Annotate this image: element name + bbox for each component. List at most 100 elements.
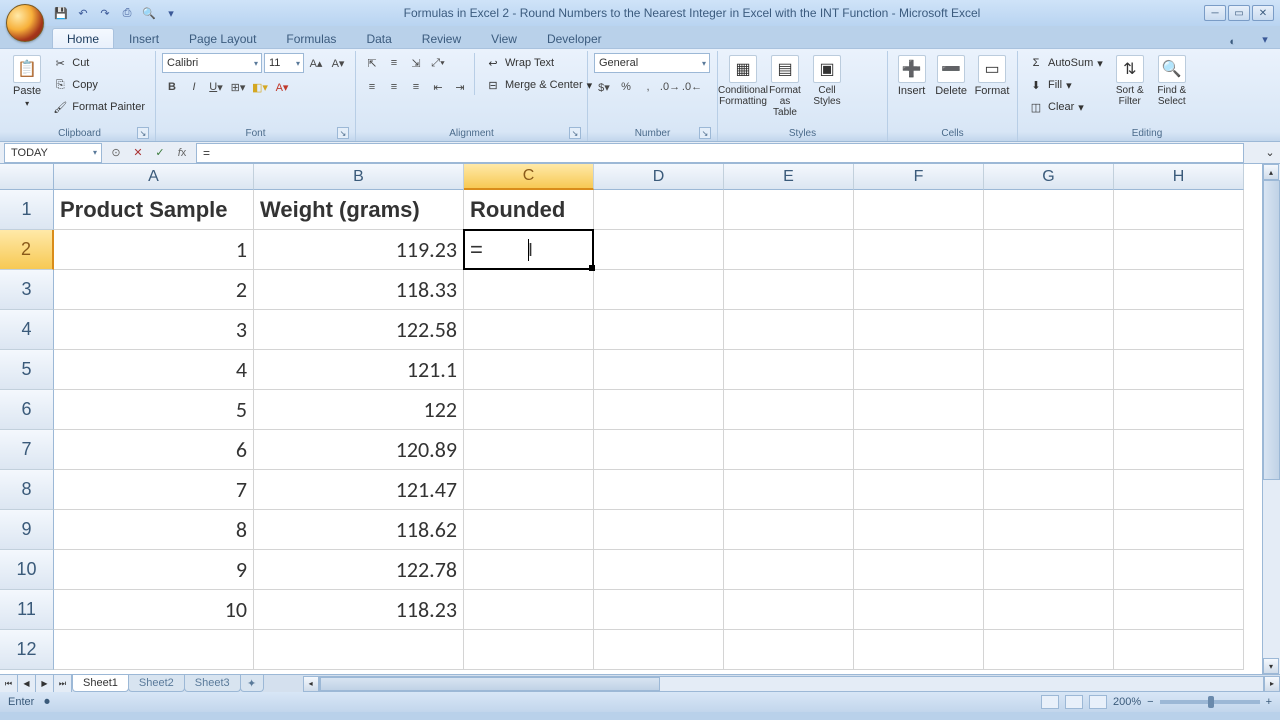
cell-F2[interactable] <box>854 230 984 270</box>
cell-H3[interactable] <box>1114 270 1244 310</box>
cell-B4[interactable]: 122.58 <box>254 310 464 350</box>
percent-icon[interactable]: % <box>616 77 636 97</box>
tab-data[interactable]: Data <box>351 28 406 48</box>
cell-D4[interactable] <box>594 310 724 350</box>
cell-D6[interactable] <box>594 390 724 430</box>
cell-E12[interactable] <box>724 630 854 670</box>
normal-view-icon[interactable] <box>1041 695 1059 709</box>
sheet-tab-sheet1[interactable]: Sheet1 <box>72 675 129 692</box>
cell-A1[interactable]: Product Sample <box>54 190 254 230</box>
cell-D1[interactable] <box>594 190 724 230</box>
cell-C12[interactable] <box>464 630 594 670</box>
cell-A2[interactable]: 1 <box>54 230 254 270</box>
align-top-icon[interactable]: ⇱ <box>362 53 382 73</box>
scroll-up-icon[interactable]: ▴ <box>1263 164 1279 180</box>
cell-A11[interactable]: 10 <box>54 590 254 630</box>
cell-C3[interactable] <box>464 270 594 310</box>
sort-filter-button[interactable]: ⇅Sort & Filter <box>1111 53 1149 109</box>
cell-C8[interactable] <box>464 470 594 510</box>
decrease-indent-icon[interactable]: ⇤ <box>428 77 448 97</box>
cell-D8[interactable] <box>594 470 724 510</box>
cell-E2[interactable] <box>724 230 854 270</box>
align-center-icon[interactable]: ≡ <box>384 77 404 97</box>
cell-B6[interactable]: 122 <box>254 390 464 430</box>
cell-G5[interactable] <box>984 350 1114 390</box>
font-dialog-icon[interactable]: ↘ <box>337 127 349 139</box>
column-header-F[interactable]: F <box>854 164 984 190</box>
zoom-in-icon[interactable]: + <box>1266 696 1272 708</box>
cell-E11[interactable] <box>724 590 854 630</box>
undo-icon[interactable]: ↶ <box>74 4 92 22</box>
grow-font-icon[interactable]: A▴ <box>306 53 326 73</box>
alignment-dialog-icon[interactable]: ↘ <box>569 127 581 139</box>
macro-record-icon[interactable]: ⏺ <box>44 696 50 709</box>
font-name-combo[interactable]: Calibri <box>162 53 262 73</box>
cut-button[interactable]: ✂Cut <box>48 53 149 73</box>
align-right-icon[interactable]: ≡ <box>406 77 426 97</box>
tab-page-layout[interactable]: Page Layout <box>174 28 271 48</box>
hscroll-thumb[interactable] <box>320 677 660 691</box>
cell-F1[interactable] <box>854 190 984 230</box>
cell-C7[interactable] <box>464 430 594 470</box>
new-sheet-button[interactable]: ✦ <box>240 675 264 692</box>
cell-D3[interactable] <box>594 270 724 310</box>
formula-input[interactable]: = <box>196 143 1244 163</box>
cell-B8[interactable]: 121.47 <box>254 470 464 510</box>
cell-E1[interactable] <box>724 190 854 230</box>
first-sheet-icon[interactable]: ⏮ <box>0 675 18 692</box>
number-dialog-icon[interactable]: ↘ <box>699 127 711 139</box>
name-box[interactable]: TODAY <box>4 143 102 163</box>
column-header-A[interactable]: A <box>54 164 254 190</box>
font-color-button[interactable]: A▾ <box>272 77 292 97</box>
row-header-9[interactable]: 9 <box>0 510 54 550</box>
cell-F6[interactable] <box>854 390 984 430</box>
cell-C10[interactable] <box>464 550 594 590</box>
cell-E10[interactable] <box>724 550 854 590</box>
tab-review[interactable]: Review <box>407 28 476 48</box>
row-header-6[interactable]: 6 <box>0 390 54 430</box>
cell-C1[interactable]: Rounded <box>464 190 594 230</box>
align-middle-icon[interactable]: ≡ <box>384 53 404 73</box>
cell-styles-button[interactable]: ▣Cell Styles <box>808 53 846 109</box>
expand-formula-bar-icon[interactable]: ⌄ <box>1262 143 1278 163</box>
row-header-10[interactable]: 10 <box>0 550 54 590</box>
scroll-left-icon[interactable]: ◂ <box>303 676 319 692</box>
maximize-button[interactable]: ▭ <box>1228 5 1250 21</box>
row-header-5[interactable]: 5 <box>0 350 54 390</box>
cell-H11[interactable] <box>1114 590 1244 630</box>
cell-H8[interactable] <box>1114 470 1244 510</box>
help-icon[interactable]: ◐ <box>1229 36 1236 48</box>
scroll-right-icon[interactable]: ▸ <box>1264 676 1280 692</box>
shrink-font-icon[interactable]: A▾ <box>328 53 348 73</box>
cell-B11[interactable]: 118.23 <box>254 590 464 630</box>
scroll-down-icon[interactable]: ▾ <box>1263 658 1279 674</box>
clear-button[interactable]: ◫Clear▾ <box>1024 97 1107 117</box>
cell-H7[interactable] <box>1114 430 1244 470</box>
tab-developer[interactable]: Developer <box>532 28 617 48</box>
tab-insert[interactable]: Insert <box>114 28 174 48</box>
minimize-button[interactable]: ─ <box>1204 5 1226 21</box>
cell-G9[interactable] <box>984 510 1114 550</box>
prev-sheet-icon[interactable]: ◀ <box>18 675 36 692</box>
clipboard-dialog-icon[interactable]: ↘ <box>137 127 149 139</box>
redo-icon[interactable]: ↷ <box>96 4 114 22</box>
increase-indent-icon[interactable]: ⇥ <box>450 77 470 97</box>
align-left-icon[interactable]: ≡ <box>362 77 382 97</box>
bold-button[interactable]: B <box>162 77 182 97</box>
preview-icon[interactable]: 🔍 <box>140 4 158 22</box>
autosum-button[interactable]: ΣAutoSum▾ <box>1024 53 1107 73</box>
cell-A6[interactable]: 5 <box>54 390 254 430</box>
cell-A4[interactable]: 3 <box>54 310 254 350</box>
select-all-corner[interactable] <box>0 164 54 190</box>
cell-G8[interactable] <box>984 470 1114 510</box>
cell-D12[interactable] <box>594 630 724 670</box>
cancel-formula-button[interactable]: ✕ <box>128 144 148 162</box>
row-header-7[interactable]: 7 <box>0 430 54 470</box>
row-header-3[interactable]: 3 <box>0 270 54 310</box>
cell-H4[interactable] <box>1114 310 1244 350</box>
cell-F4[interactable] <box>854 310 984 350</box>
cell-B9[interactable]: 118.62 <box>254 510 464 550</box>
cell-G2[interactable] <box>984 230 1114 270</box>
cell-H2[interactable] <box>1114 230 1244 270</box>
cell-G12[interactable] <box>984 630 1114 670</box>
